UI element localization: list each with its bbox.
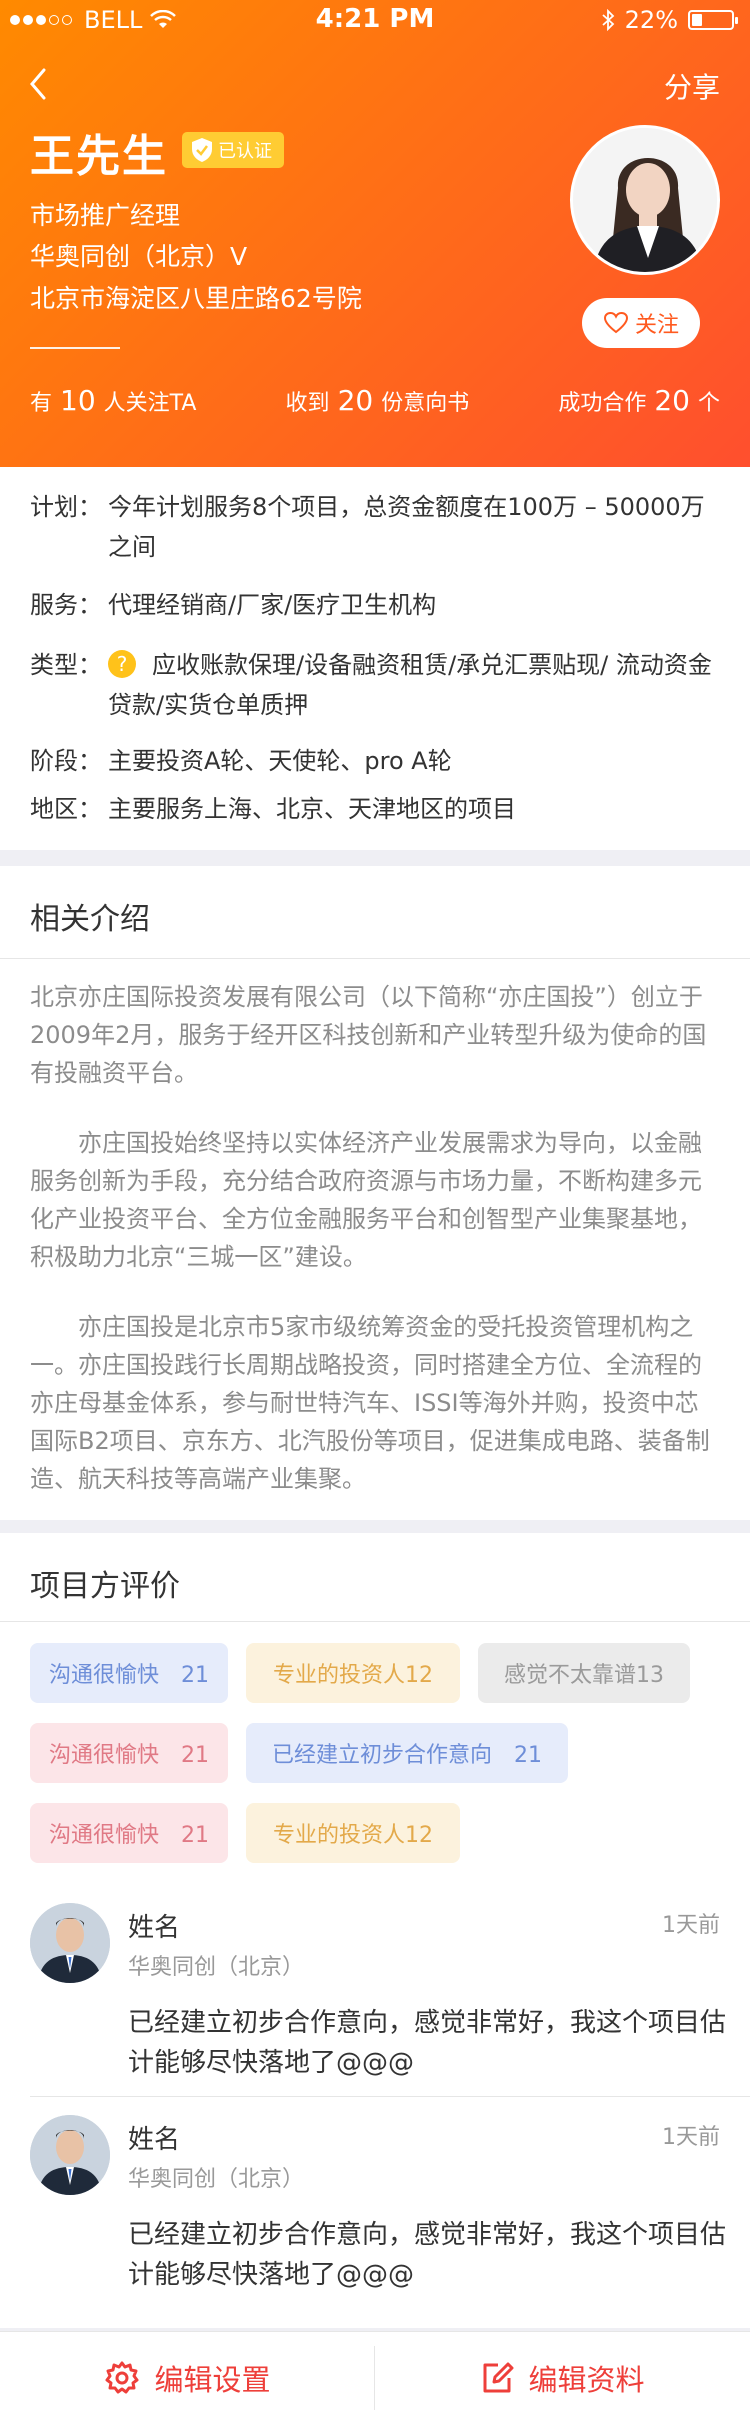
commenter-portrait	[30, 1903, 110, 1983]
commenter-name: 姓名	[128, 1913, 181, 1943]
avatar-portrait	[573, 128, 717, 272]
edit-profile-button[interactable]: 编辑资料	[375, 2332, 750, 2423]
comment-time: 1天前	[662, 2125, 720, 2150]
status-bar: BELL 4:21 PM 22%	[0, 0, 750, 40]
share-button[interactable]: 分享	[664, 66, 720, 106]
intro-paragraph-3: 亦庄国投是北京市5家市级统筹资金的受托投资管理机构之一。亦庄国投践行长周期战略投…	[30, 1313, 710, 1493]
commenter-name: 姓名	[128, 2125, 181, 2155]
verified-label: 已认证	[218, 141, 272, 162]
profile-name: 王先生	[30, 131, 168, 182]
plan-label: 计划：	[30, 493, 102, 521]
profile-stats: 有 10 人关注TA 收到 20 份意向书 成功合作 20 个	[30, 384, 720, 417]
followers-prefix: 有	[30, 391, 53, 416]
commenter-avatar[interactable]	[30, 1903, 110, 1983]
battery-percent: 22%	[624, 6, 678, 34]
commenter-company: 华奥同创（北京）	[128, 2167, 305, 2192]
region-row: 地区： 主要服务上海、北京、天津地区的项目	[30, 789, 720, 829]
service-label: 服务：	[30, 591, 102, 619]
type-label: 类型：	[30, 651, 102, 679]
bluetooth-icon	[602, 9, 614, 31]
service-row: 服务： 代理经销商/厂家/医疗卫生机构	[30, 585, 720, 625]
profile-header: BELL 4:21 PM 22% 分享 王先生 已认证 市场推广经理 华奥同创（…	[0, 0, 750, 467]
profile-title: 市场推广经理	[30, 201, 181, 230]
intro-paragraph-2: 亦庄国投始终坚持以实体经济产业发展需求为导向，以金融服务创新为手段，充分结合政府…	[30, 1129, 702, 1271]
comment-item: 姓名 华奥同创（北京） 1天前 已经建立初步合作意向，感觉非常好，我这个项目估计…	[0, 2115, 750, 2315]
status-right: 22%	[601, 6, 738, 34]
avatar[interactable]	[570, 125, 720, 275]
stage-row: 阶段： 主要投资A轮、天使轮、pro A轮	[30, 741, 720, 781]
intro-divider	[0, 958, 750, 959]
stage-label: 阶段：	[30, 747, 102, 775]
evaluation-title: 项目方评价	[30, 1569, 180, 1604]
plan-row: 计划： 今年计划服务8个项目，总资金额度在100万 – 50000万之间	[30, 487, 720, 567]
comment-divider	[30, 2096, 750, 2097]
commenter-portrait	[30, 2115, 110, 2195]
edit-profile-label: 编辑资料	[528, 2363, 645, 2397]
comment-text: 已经建立初步合作意向，感觉非常好，我这个项目估计能够尽快落地了@@@	[128, 2008, 727, 2078]
evaluation-tag[interactable]: 专业的投资人12	[246, 1803, 460, 1863]
evaluation-tag[interactable]: 已经建立初步合作意向 21	[246, 1723, 568, 1783]
evaluation-tag[interactable]: 沟通很愉快 21	[30, 1643, 228, 1703]
service-value: 代理经销商/厂家/医疗卫生机构	[108, 591, 437, 619]
evaluation-tag[interactable]: 感觉不太靠谱13	[478, 1643, 690, 1703]
follow-label: 关注	[634, 313, 679, 338]
comment-time: 1天前	[662, 1913, 720, 1938]
bottom-action-bar: 编辑设置 编辑资料	[0, 2331, 750, 2423]
commenter-company: 华奥同创（北京）	[128, 1955, 305, 1980]
intro-paragraph-1: 北京亦庄国际投资发展有限公司（以下简称“亦庄国投”）创立于2009年2月，服务于…	[30, 983, 707, 1087]
coop-stat: 成功合作 20 个	[558, 384, 720, 417]
intro-title: 相关介绍	[30, 902, 150, 937]
question-icon[interactable]: ?	[108, 650, 136, 678]
gear-icon	[105, 2361, 139, 2394]
comment-text: 已经建立初步合作意向，感觉非常好，我这个项目估计能够尽快落地了@@@	[128, 2220, 727, 2290]
region-value: 主要服务上海、北京、天津地区的项目	[108, 795, 516, 823]
plan-section: 计划： 今年计划服务8个项目，总资金额度在100万 – 50000万之间 服务：…	[0, 467, 750, 850]
evaluation-divider	[0, 1621, 750, 1622]
intents-prefix: 收到	[285, 391, 330, 416]
edit-settings-button[interactable]: 编辑设置	[0, 2332, 375, 2423]
plan-value: 今年计划服务8个项目，总资金额度在100万 – 50000万之间	[108, 493, 705, 561]
battery-icon	[688, 10, 738, 30]
intro-section: 相关介绍 北京亦庄国际投资发展有限公司（以下简称“亦庄国投”）创立于2009年2…	[0, 866, 750, 1520]
type-value-wrap: ? 应收账款保理/设备融资租赁/承兑汇票贴现/ 流动资金贷款/实货仓单质押	[108, 645, 720, 725]
verified-badge: 已认证	[182, 132, 284, 168]
intents-suffix: 份意向书	[381, 391, 470, 416]
followers-suffix: 人关注TA	[103, 391, 197, 416]
back-chevron-icon[interactable]	[24, 64, 54, 104]
stage-value: 主要投资A轮、天使轮、pro A轮	[108, 747, 452, 775]
region-label: 地区：	[30, 795, 102, 823]
profile-address: 北京市海淀区八里庄路62号院	[30, 284, 362, 313]
intents-count: 20	[337, 384, 374, 417]
followers-count: 10	[60, 384, 96, 417]
evaluation-section: 项目方评价 沟通很愉快 21 专业的投资人12 感觉不太靠谱13 沟通很愉快 2…	[0, 1533, 750, 2328]
type-row: 类型： ? 应收账款保理/设备融资租赁/承兑汇票贴现/ 流动资金贷款/实货仓单质押	[30, 645, 720, 725]
follow-button[interactable]: 关注	[582, 298, 700, 348]
evaluation-tag[interactable]: 沟通很愉快 21	[30, 1803, 228, 1863]
profile-company: 华奥同创（北京）V	[30, 242, 248, 271]
commenter-avatar[interactable]	[30, 2115, 110, 2195]
coop-count: 20	[654, 384, 690, 417]
followers-stat: 有 10 人关注TA	[30, 384, 196, 417]
header-divider	[30, 347, 120, 349]
heart-icon	[603, 311, 628, 334]
type-value: 应收账款保理/设备融资租赁/承兑汇票贴现/ 流动资金贷款/实货仓单质押	[108, 651, 712, 719]
edit-settings-label: 编辑设置	[154, 2363, 271, 2397]
coop-prefix: 成功合作	[558, 391, 647, 416]
evaluation-tag[interactable]: 沟通很愉快 21	[30, 1723, 228, 1783]
comment-item: 姓名 华奥同创（北京） 1天前 已经建立初步合作意向，感觉非常好，我这个项目估计…	[0, 1903, 750, 2103]
shield-check-icon	[192, 138, 212, 162]
coop-suffix: 个	[697, 391, 720, 416]
evaluation-tag[interactable]: 专业的投资人12	[246, 1643, 460, 1703]
edit-icon	[483, 2362, 514, 2393]
intents-stat: 收到 20 份意向书	[286, 384, 470, 417]
